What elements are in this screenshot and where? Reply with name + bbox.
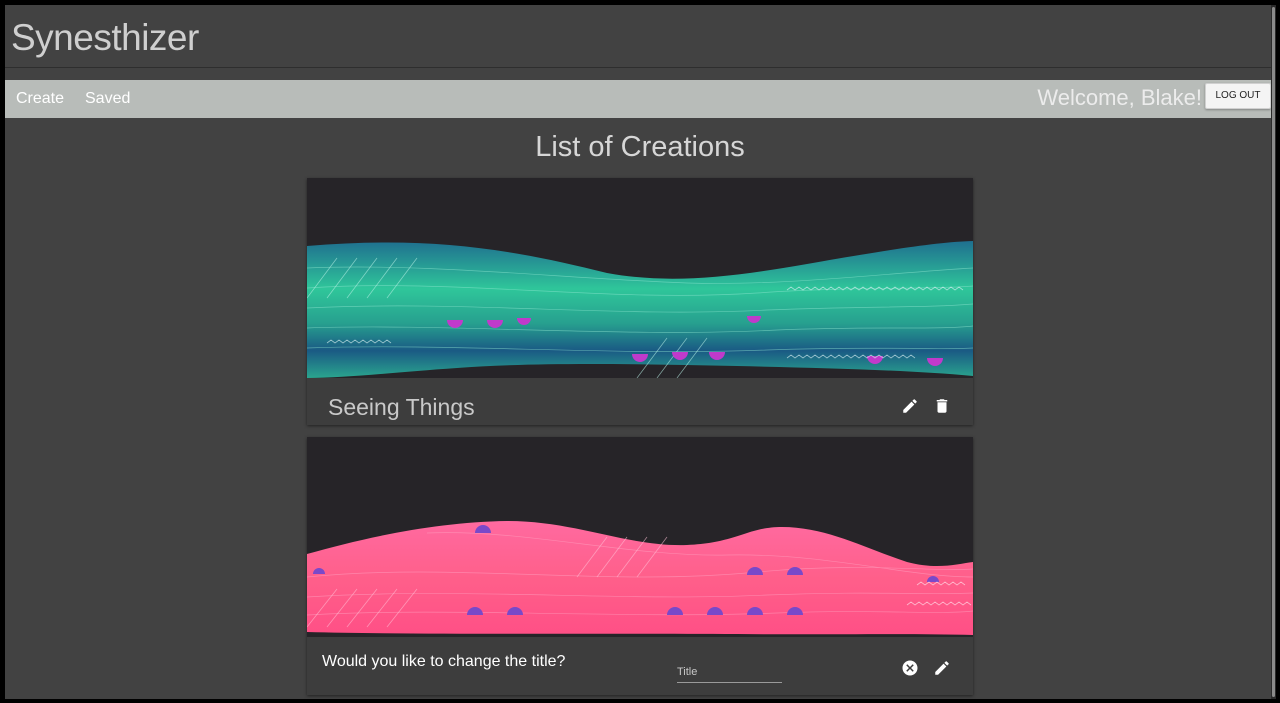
creation-card: Seeing Things — [307, 178, 973, 425]
cancel-icon[interactable] — [901, 659, 919, 677]
edit-icon[interactable] — [901, 397, 919, 415]
page-title: List of Creations — [535, 131, 745, 163]
creation-artwork[interactable] — [307, 437, 973, 637]
scrollbar-thumb[interactable] — [1272, 7, 1275, 697]
creation-title: Seeing Things — [328, 394, 475, 420]
edit-title-prompt: Would you like to change the title? — [322, 653, 566, 670]
creation-artwork[interactable] — [307, 178, 973, 378]
navbar: Create Saved Welcome, Blake! LOG OUT — [5, 80, 1271, 118]
creation-card: Would you like to change the title? — [307, 437, 973, 695]
welcome-message: Welcome, Blake! — [1037, 85, 1202, 110]
scrollbar[interactable] — [1271, 5, 1276, 699]
logout-button[interactable]: LOG OUT — [1205, 83, 1271, 109]
title-input[interactable] — [677, 662, 782, 683]
app-header: Synesthizer — [5, 5, 1271, 68]
nav-saved-link[interactable]: Saved — [85, 90, 130, 108]
app-window: Synesthizer Create Saved Welcome, Blake!… — [5, 5, 1271, 699]
nav-create-link[interactable]: Create — [16, 90, 64, 108]
edit-icon[interactable] — [933, 659, 951, 677]
app-title: Synesthizer — [11, 17, 199, 58]
trash-icon[interactable] — [933, 397, 951, 415]
